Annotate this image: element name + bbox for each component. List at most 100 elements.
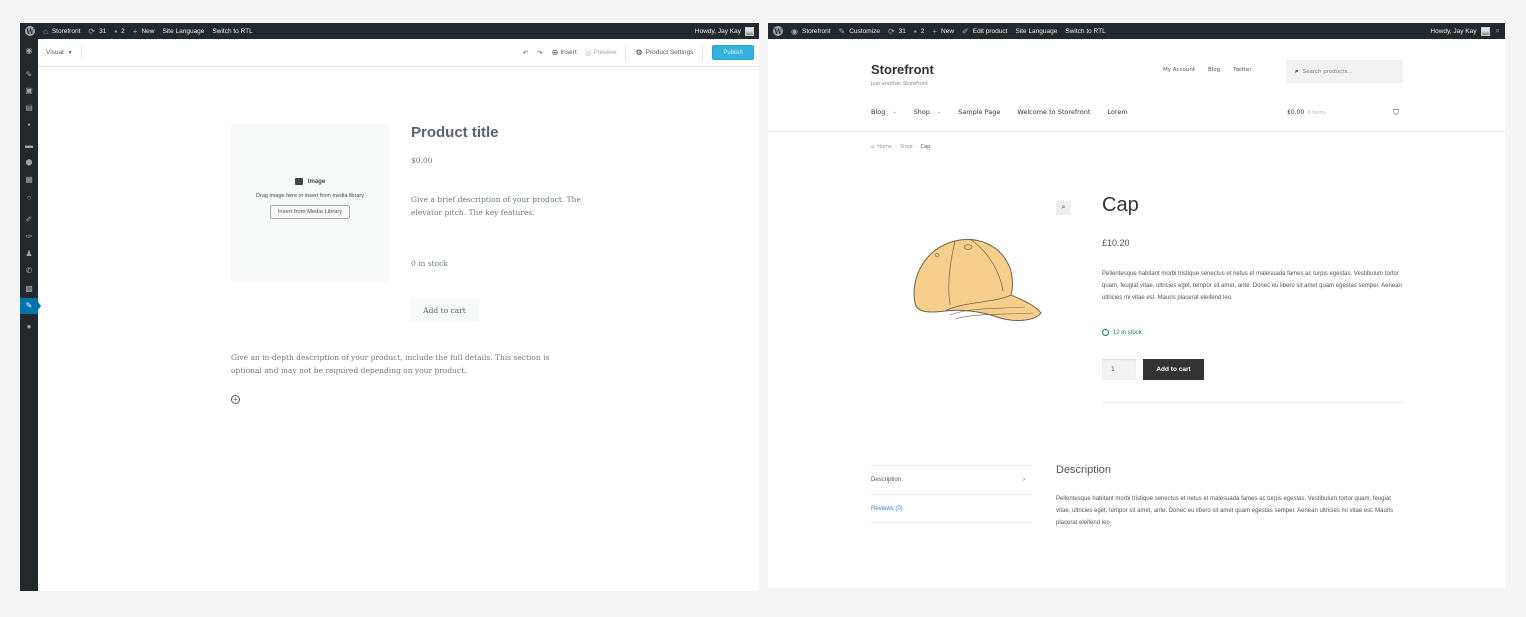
site-name-link[interactable]: ◉ Storefront <box>791 27 831 36</box>
preview-button[interactable]: ◎ Preview <box>586 49 617 57</box>
new-content-link[interactable]: + New <box>932 27 954 36</box>
breadcrumb-home[interactable]: Home <box>877 144 892 150</box>
product-image-cap[interactable] <box>905 233 1045 328</box>
secondary-nav: My Account Blog Twitter <box>1163 67 1265 73</box>
long-description-field[interactable]: Give an in-depth description of your pro… <box>231 351 561 377</box>
chevron-right-icon: › <box>915 144 918 150</box>
basket-icon[interactable]: ⛉ <box>1393 108 1399 118</box>
plus-circle-icon: ⊕ <box>551 48 559 57</box>
comment-icon: ▪ <box>114 26 118 36</box>
comments-icon[interactable]: ▪ <box>24 120 34 130</box>
chevron-right-icon: › <box>894 144 897 150</box>
secondary-nav-item[interactable]: Blog <box>1208 67 1220 73</box>
updates-link[interactable]: ⟳ 31 <box>88 27 106 36</box>
product-title: Cap <box>1102 194 1139 216</box>
nav-item-sample-page[interactable]: Sample Page <box>958 108 1000 116</box>
home-icon: ⌂ <box>871 144 875 150</box>
chevron-right-icon: › <box>1023 477 1025 483</box>
breadcrumb: ⌂ Home › Shop › Cap <box>871 144 930 150</box>
updates-link[interactable]: ⟳ 31 <box>888 27 906 36</box>
product-price: £10.20 <box>1102 238 1130 248</box>
editor-mode-dropdown[interactable]: Visual ▼ <box>46 47 82 58</box>
undo-button[interactable]: ↶ <box>523 49 528 57</box>
site-title[interactable]: Storefront <box>871 62 934 77</box>
add-block-icon[interactable]: + <box>231 395 240 404</box>
brush-icon: ✎ <box>838 26 846 36</box>
account-menu[interactable]: Howdy, Jay Kay <box>695 26 754 36</box>
redo-button[interactable]: ↷ <box>537 49 542 57</box>
insert-button[interactable]: ⊕ Insert <box>552 48 577 57</box>
storefront-product-page: W ◉ Storefront ✎ Customize ⟳ 31 ▪ 2 + New ✐ Ed… <box>768 23 1505 588</box>
play-icon[interactable]: ● <box>24 322 34 332</box>
publish-button[interactable]: Publish <box>712 45 754 60</box>
switch-rtl-link[interactable]: Switch to RTL <box>1065 28 1105 35</box>
product-settings-button[interactable]: ⚙ Product Settings <box>635 48 693 57</box>
wordpress-logo-icon[interactable]: W <box>25 26 35 36</box>
dashboard-icon[interactable]: ◉ <box>24 46 34 56</box>
secondary-nav-item[interactable]: Twitter <box>1233 67 1251 73</box>
circle-icon[interactable]: ○ <box>24 193 34 203</box>
tools-icon[interactable]: ✆ <box>24 266 34 276</box>
product-tabs: Description › Reviews (0) <box>871 465 1031 523</box>
edit-product-link[interactable]: ✐ Edit product <box>962 27 1007 36</box>
new-content-link[interactable]: + New <box>133 27 155 36</box>
product-editor-window: W ⌂ Storefront ⟳ 31 ▪ 2 + New Site Language … <box>20 23 759 591</box>
plus-icon: + <box>132 26 138 36</box>
quantity-input[interactable]: 1 <box>1102 359 1136 380</box>
toolbar-divider <box>702 45 704 60</box>
tab-description[interactable]: Description › <box>871 465 1031 494</box>
woocommerce-icon[interactable]: ▬ <box>24 141 34 151</box>
comment-icon: ▪ <box>913 26 917 36</box>
primary-nav: Blog ⌄ Shop ⌄ Sample Page Welcome to Store… <box>871 108 1145 116</box>
pages-icon[interactable]: ▤ <box>24 103 34 113</box>
add-to-cart-button[interactable]: Add to cart <box>1143 359 1204 380</box>
nav-item-blog[interactable]: Blog ⌄ <box>871 108 897 116</box>
summary-divider <box>1102 402 1404 403</box>
secondary-nav-item[interactable]: My Account <box>1163 67 1195 73</box>
insert-from-media-library-button[interactable]: Insert from Media Library <box>269 205 351 219</box>
image-block[interactable]: Image Drag image here or insert from med… <box>231 124 389 281</box>
description-heading: Description <box>1056 464 1112 476</box>
product-search-input[interactable]: ⌕ Search products… <box>1286 60 1403 83</box>
switch-rtl-link[interactable]: Switch to RTL <box>212 28 252 35</box>
nav-item-shop[interactable]: Shop ⌄ <box>914 108 942 116</box>
admin-bar: W ⌂ Storefront ⟳ 31 ▪ 2 + New Site Language … <box>20 23 759 39</box>
edit-icon[interactable]: ✎ <box>24 301 34 311</box>
site-tagline: Just another Storefront <box>871 81 929 87</box>
updates-icon: ⟳ <box>887 26 895 36</box>
tab-reviews[interactable]: Reviews (0) <box>871 494 1031 523</box>
magnifier-icon: ⌕ <box>1061 204 1066 211</box>
product-title-input[interactable]: Product title <box>411 124 499 141</box>
search-icon[interactable]: ⌕ <box>1496 26 1500 36</box>
settings-icon[interactable]: ▩ <box>24 284 34 294</box>
pin-icon[interactable]: ✎ <box>24 70 34 80</box>
chevron-down-icon: ⌄ <box>936 109 942 115</box>
site-name-link[interactable]: ⌂ Storefront <box>43 27 80 36</box>
product-price-field[interactable]: $0.00 <box>411 156 432 165</box>
products-icon[interactable]: ⬢ <box>24 158 34 168</box>
media-icon[interactable]: ▣ <box>24 86 34 96</box>
avatar <box>745 26 754 36</box>
customize-link[interactable]: ✎ Customize <box>839 27 880 36</box>
zoom-image-button[interactable]: ⌕ <box>1056 201 1071 215</box>
site-language-link[interactable]: Site Language <box>162 28 204 35</box>
nav-item-welcome[interactable]: Welcome to Storefront <box>1017 108 1090 116</box>
add-to-cart-button-preview[interactable]: Add to cart <box>410 298 479 322</box>
stock-field[interactable]: 0 in stock <box>411 259 448 268</box>
account-menu[interactable]: Howdy, Jay Kay ⌕ <box>1430 26 1500 36</box>
comments-link[interactable]: ▪ 2 <box>914 27 924 36</box>
wordpress-logo-icon[interactable]: W <box>773 26 783 36</box>
undo-icon: ↶ <box>522 49 529 57</box>
gear-icon: ⚙ <box>635 48 643 57</box>
header-cart-link[interactable]: £0.00 0 items <box>1287 109 1326 116</box>
calendar-icon[interactable]: ▦ <box>24 175 34 185</box>
users-icon[interactable]: ♟ <box>24 249 34 259</box>
comments-link[interactable]: ▪ 2 <box>114 27 124 36</box>
site-language-link[interactable]: Site Language <box>1015 28 1057 35</box>
breadcrumb-current: Cap <box>920 144 931 150</box>
appearance-icon[interactable]: ✐ <box>24 215 34 225</box>
short-description-field[interactable]: Give a brief description of your product… <box>411 194 581 219</box>
plugins-icon[interactable]: ✑ <box>24 232 34 242</box>
breadcrumb-shop[interactable]: Shop <box>900 144 913 150</box>
nav-item-lorem[interactable]: Lorem <box>1107 108 1127 116</box>
